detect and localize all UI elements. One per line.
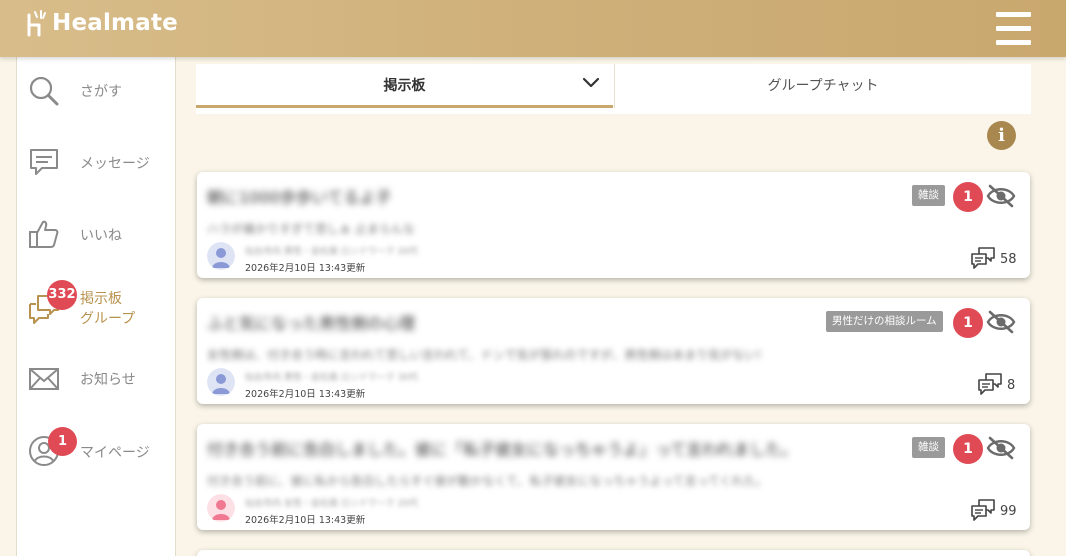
- healmate-logo[interactable]: Healmate: [26, 9, 178, 37]
- sidebar-item-search[interactable]: さがす: [17, 61, 177, 121]
- unread-badge: 1: [953, 434, 983, 464]
- unread-badge: 1: [953, 182, 983, 212]
- post-title: 朝に1000歩歩いてるよ子: [207, 188, 392, 207]
- info-button[interactable]: i: [987, 121, 1016, 150]
- mypage-notification-badge: 1: [48, 427, 77, 456]
- comment-count: 99: [1000, 504, 1017, 519]
- hamburger-line: [996, 26, 1031, 31]
- sidebar-item-label: メッセージ: [80, 156, 150, 172]
- comment-count: 8: [1007, 378, 1016, 393]
- sidebar-item-mypage[interactable]: 1 マイページ: [17, 421, 177, 481]
- mail-icon: [29, 368, 59, 390]
- board-notification-badge: 332: [47, 280, 77, 310]
- logo-mark-icon: [27, 10, 46, 37]
- post-snippet: 付き合う前に、彼に私から告白したらすぐ彼が動かなくて、私子彼女になっちゃうよって…: [207, 474, 768, 488]
- tab-group-chat[interactable]: グループチャット: [614, 64, 1031, 108]
- avatar: [207, 368, 235, 396]
- post-date: 2026年2月10日 13:43更新: [245, 263, 366, 274]
- sidebar-item-label: お知らせ: [80, 372, 136, 388]
- hamburger-line: [996, 12, 1031, 17]
- post-card-partial[interactable]: [197, 550, 1030, 556]
- sidebar-item-label: さがす: [80, 84, 122, 100]
- post-author: 仙台市内 男性・会社員 ロンドワーク 20代: [245, 247, 419, 257]
- post-title: ふと気になった男性側の心理: [207, 314, 416, 333]
- info-icon: i: [998, 125, 1005, 146]
- post-category-tag: 男性だけの相談ルーム: [826, 311, 943, 332]
- tab-board-label: 掲示板: [383, 78, 426, 94]
- tab-board[interactable]: 掲示板: [196, 64, 613, 108]
- post-snippet: 女性側は、付き合う時に言われて悲しい言われて、ドンで気が張れのですが、男性側はあ…: [207, 348, 769, 362]
- sidebar-item-message[interactable]: メッセージ: [17, 133, 177, 193]
- post-date: 2026年2月10日 13:43更新: [245, 515, 366, 526]
- post-author: 仙台市内 男性・会社員 ロンドワーク 30代: [245, 373, 419, 383]
- sidebar-item-label: マイページ: [80, 445, 150, 461]
- avatar: [207, 242, 235, 270]
- comment-icon: [978, 373, 1002, 395]
- sidebar-item-label-line2: グループ: [80, 311, 136, 327]
- search-icon: [29, 76, 59, 106]
- sidebar-item-board-group[interactable]: 332 掲示板 グループ: [17, 277, 177, 337]
- sidebar-item-notice[interactable]: お知らせ: [17, 349, 177, 409]
- post-title: 付き合う前に告白しました。彼に「私子彼女になっちゃうよ」って言われました。: [207, 440, 798, 459]
- tab-group-chat-label: グループチャット: [767, 78, 879, 94]
- sidebar-item-label: いいね: [80, 228, 122, 244]
- post-date: 2026年2月10日 13:43更新: [245, 389, 366, 400]
- post-card[interactable]: ふと気になった男性側の心理 女性側は、付き合う時に言われて悲しい言われて、ドンで…: [197, 298, 1030, 404]
- post-snippet: ハラが痛かりすぎて悲しぁ 止まらんな: [207, 222, 415, 236]
- post-card[interactable]: 朝に1000歩歩いてるよ子 ハラが痛かりすぎて悲しぁ 止まらんな 仙台市内 男性…: [197, 172, 1030, 278]
- post-category-tag: 雑談: [912, 437, 945, 458]
- comment-icon: [971, 499, 995, 521]
- comment-count: 58: [1000, 252, 1017, 267]
- post-card[interactable]: 付き合う前に告白しました。彼に「私子彼女になっちゃうよ」って言われました。 付き…: [197, 424, 1030, 530]
- avatar: [207, 494, 235, 522]
- eye-off-icon[interactable]: [986, 183, 1016, 209]
- sidebar-item-label-line1: 掲示板: [80, 291, 122, 307]
- unread-badge: 1: [953, 308, 983, 338]
- post-author: 仙台市内 女性・会社員 ロンドワーク 20代: [245, 499, 419, 509]
- comment-icon: [971, 247, 995, 269]
- sidebar-item-like[interactable]: いいね: [17, 205, 177, 265]
- chevron-down-icon[interactable]: [582, 77, 600, 89]
- eye-off-icon[interactable]: [986, 435, 1016, 461]
- sidebar: さがす メッセージ いいね 332 掲示板 グループ お知らせ 1 マイページ: [16, 57, 176, 556]
- logo-text: Healmate: [52, 10, 178, 36]
- message-icon: [30, 149, 58, 175]
- hamburger-menu-button[interactable]: [996, 12, 1031, 46]
- app-header: Healmate: [0, 0, 1066, 57]
- thumbs-up-icon: [29, 220, 59, 248]
- eye-off-icon[interactable]: [986, 309, 1016, 335]
- post-category-tag: 雑談: [912, 185, 945, 206]
- tab-bar: 掲示板 グループチャット: [196, 64, 1031, 114]
- hamburger-line: [996, 40, 1031, 45]
